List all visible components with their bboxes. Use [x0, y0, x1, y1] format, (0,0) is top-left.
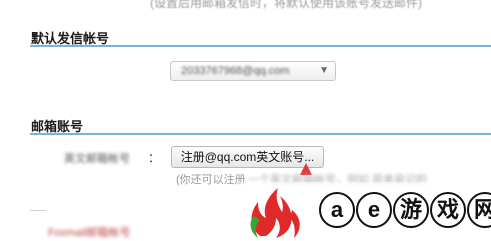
watermark-char: a: [319, 192, 355, 228]
chevron-down-icon: ▼: [319, 65, 329, 76]
watermark-char: 戏: [430, 192, 466, 228]
bottom-blurred-text: Foxmail邮箱帐号: [48, 227, 131, 239]
watermark-char: e: [356, 192, 392, 228]
small-divider: [30, 210, 46, 211]
watermark-char: 网: [467, 192, 491, 228]
account-label: 英文邮箱帐号: [64, 153, 130, 165]
register-note: (你还可以注册: [176, 174, 246, 186]
watermark-text: a e 游 戏 网: [319, 187, 491, 233]
section-divider: [30, 45, 491, 47]
watermark-char: 游: [393, 192, 429, 228]
default-sender-select[interactable]: 2033767968@qq.com ▼: [170, 61, 336, 81]
account-label-colon: ：: [148, 151, 161, 165]
default-sender-select-value: 2033767968@qq.com: [181, 65, 290, 77]
section-divider: [30, 133, 491, 135]
flame-logo-icon: [250, 188, 300, 238]
top-hint-text: (设置后用邮箱发信时，将默认使用该账号发送邮件): [150, 0, 422, 10]
